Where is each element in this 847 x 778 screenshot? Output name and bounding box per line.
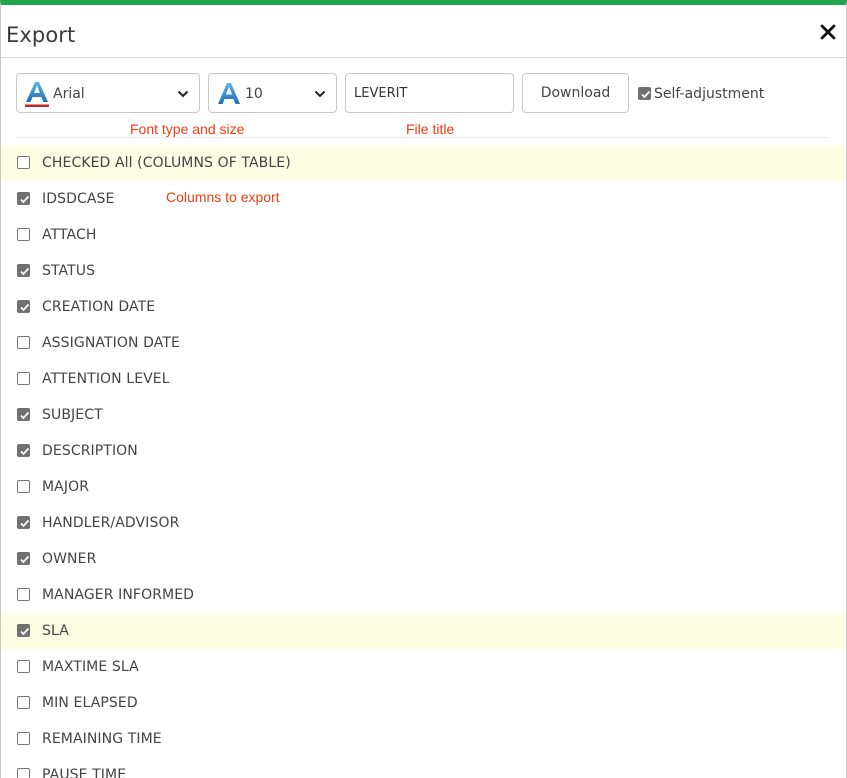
column-row[interactable]: REMAINING TIME (1, 721, 846, 757)
chevron-down-icon (314, 90, 326, 98)
column-label: ASSIGNATION DATE (42, 335, 180, 351)
close-button[interactable] (818, 22, 838, 42)
column-label: MIN ELAPSED (42, 695, 138, 711)
column-checkbox[interactable] (17, 300, 30, 313)
column-label: ATTENTION LEVEL (42, 371, 170, 387)
chevron-down-icon (177, 90, 189, 98)
check-icon (20, 447, 30, 456)
column-label: HANDLER/ADVISOR (42, 515, 180, 531)
column-row[interactable]: ASSIGNATION DATE (1, 325, 846, 361)
export-toolbar: Arial 10 Download (1, 58, 846, 138)
check-all-label: CHECKED All (COLUMNS OF TABLE) (42, 155, 291, 171)
column-row[interactable]: ATTACH (1, 217, 846, 253)
column-checkbox[interactable] (17, 264, 30, 277)
font-a-icon (218, 83, 240, 104)
column-checkbox[interactable] (17, 480, 30, 493)
font-type-select[interactable]: Arial (16, 73, 200, 113)
column-checkbox[interactable] (17, 660, 30, 673)
close-icon (820, 24, 836, 40)
self-adjustment-label: Self-adjustment (654, 86, 765, 102)
column-label: SUBJECT (42, 407, 103, 423)
column-label: REMAINING TIME (42, 731, 162, 747)
column-label: ATTACH (42, 227, 97, 243)
column-checkbox[interactable] (17, 192, 30, 205)
columns-annotation: Columns to export (166, 189, 280, 205)
column-row[interactable]: SLA (1, 613, 846, 649)
self-adjustment-checkbox[interactable] (638, 87, 651, 100)
column-row[interactable]: CREATION DATE (1, 289, 846, 325)
file-title-annotation: File title (406, 121, 455, 137)
column-row[interactable]: DESCRIPTION (1, 433, 846, 469)
download-button[interactable]: Download (522, 73, 629, 113)
column-row[interactable]: OWNER (1, 541, 846, 577)
font-type-value: Arial (53, 86, 85, 102)
column-label: MAJOR (42, 479, 90, 495)
check-icon (20, 627, 30, 636)
column-row[interactable]: MANAGER INFORMED (1, 577, 846, 613)
column-checkbox[interactable] (17, 516, 30, 529)
column-label: PAUSE TIME (42, 767, 127, 778)
column-label: MAXTIME SLA (42, 659, 139, 675)
check-icon (641, 90, 651, 99)
column-checkbox[interactable] (17, 444, 30, 457)
check-icon (20, 411, 30, 420)
column-label: OWNER (42, 551, 97, 567)
column-checkbox[interactable] (17, 552, 30, 565)
font-size-select[interactable]: 10 (208, 73, 337, 113)
column-row[interactable]: IDSDCASE (1, 181, 846, 217)
column-row[interactable]: MIN ELAPSED (1, 685, 846, 721)
column-checkbox[interactable] (17, 336, 30, 349)
column-row[interactable]: PAUSE TIME (1, 757, 846, 778)
column-row[interactable]: MAJOR (1, 469, 846, 505)
column-checkbox[interactable] (17, 372, 30, 385)
column-label: DESCRIPTION (42, 443, 138, 459)
check-icon (20, 303, 30, 312)
font-annotation: Font type and size (130, 121, 245, 137)
column-row[interactable]: MAXTIME SLA (1, 649, 846, 685)
column-label: SLA (42, 623, 69, 639)
column-row[interactable]: ATTENTION LEVEL (1, 361, 846, 397)
column-checkbox[interactable] (17, 408, 30, 421)
column-checkbox[interactable] (17, 732, 30, 745)
column-label: IDSDCASE (42, 191, 115, 207)
column-row[interactable]: STATUS (1, 253, 846, 289)
modal-header: Export (1, 5, 846, 58)
column-checkbox[interactable] (17, 228, 30, 241)
column-checkbox[interactable] (17, 624, 30, 637)
check-all-checkbox[interactable] (17, 156, 30, 169)
column-label: MANAGER INFORMED (42, 587, 195, 603)
font-size-value: 10 (245, 86, 263, 102)
toolbar-divider (16, 137, 830, 138)
check-icon (20, 519, 30, 528)
check-icon (20, 555, 30, 564)
column-row[interactable]: SUBJECT (1, 397, 846, 433)
check-icon (20, 195, 30, 204)
file-title-input[interactable] (345, 73, 514, 113)
check-all-row[interactable]: CHECKED All (COLUMNS OF TABLE) (1, 145, 846, 181)
export-modal: Export Arial 10 LEVERIT Download Self-ad… (0, 0, 847, 778)
column-checkbox[interactable] (17, 768, 30, 778)
column-checkbox[interactable] (17, 588, 30, 601)
column-label: CREATION DATE (42, 299, 156, 315)
column-row[interactable]: HANDLER/ADVISOR (1, 505, 846, 541)
modal-title: Export (6, 23, 76, 47)
check-icon (20, 267, 30, 276)
font-a-underline-icon (25, 82, 49, 107)
column-checkbox[interactable] (17, 696, 30, 709)
column-label: STATUS (42, 263, 96, 279)
